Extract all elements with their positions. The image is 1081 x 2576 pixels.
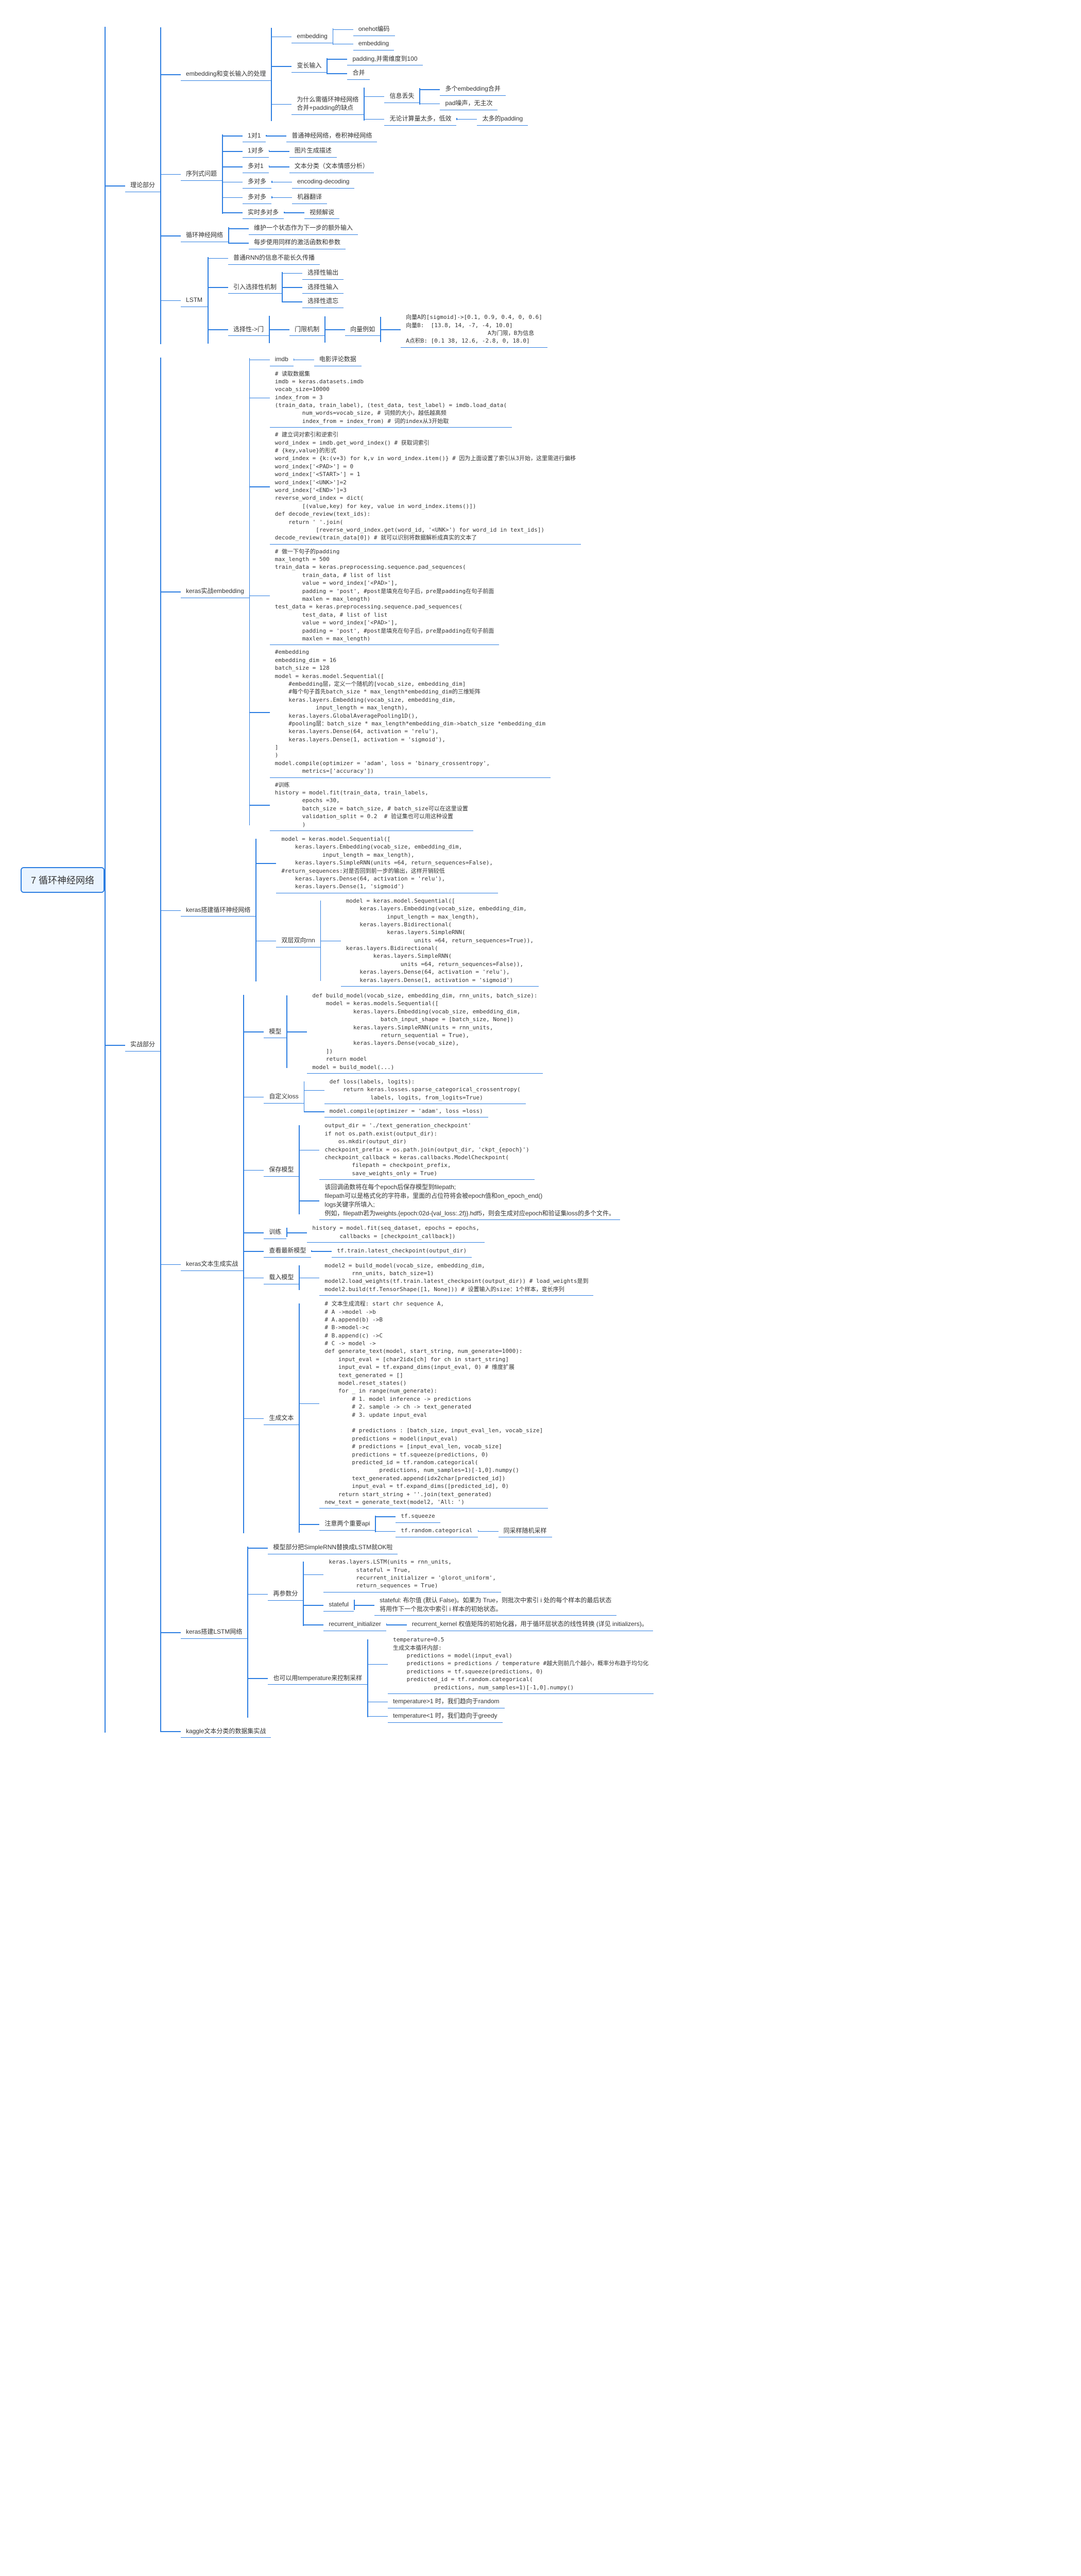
sel-gate[interactable]: 选择性->门 <box>228 323 269 336</box>
p3-gen[interactable]: 生成文本 <box>264 1412 299 1425</box>
stateful[interactable]: stateful <box>323 1598 354 1612</box>
p4-temp-code: temperature=0.5 生成文本循环内部: predictions = … <box>388 1634 654 1694</box>
random-sample: 同采样随机采样 <box>499 1524 552 1538</box>
p1-code1: # 读取数据集 imdb = keras.datasets.imdb vocab… <box>270 368 512 428</box>
bidir-node[interactable]: 双层双向rnn <box>276 934 320 947</box>
seq-key-4[interactable]: 多对多 <box>243 191 271 204</box>
p1-code2: # 建立词对索引和逆索引 word_index = imdb.get_word_… <box>270 429 581 544</box>
practice-node[interactable]: 实战部分 <box>125 1038 160 1052</box>
stateful-desc: stateful: 布尔值 (默认 False)。如果为 True，则批次中索引… <box>374 1594 616 1616</box>
p3-train-code: history = model.fit(seq_dataset, epochs … <box>307 1222 485 1243</box>
p3-gen-code: # 文本生成流程: start chr sequence A, # A ->mo… <box>319 1298 548 1509</box>
p4-part-code: keras.layers.LSTM(units = rnn_units, sta… <box>323 1556 501 1592</box>
pad-noise: pad噪声，无主次 <box>440 97 497 110</box>
imdb-desc: 电影评论数据 <box>314 353 362 366</box>
sel-forget: 选择性遗忘 <box>302 295 344 308</box>
padding100: padding,并需维度到100 <box>347 53 422 66</box>
gate-mech[interactable]: 门限机制 <box>289 323 324 336</box>
rnn-struct[interactable]: 循环神经网络 <box>181 229 228 242</box>
root-node[interactable]: 7 循环神经网络 <box>21 867 105 893</box>
p3-loss-code: def loss(labels, logits): return keras.l… <box>324 1076 526 1104</box>
merge: 合并 <box>347 66 370 80</box>
compute-low[interactable]: 无论计算量太多，低效 <box>384 112 456 126</box>
p3-loss[interactable]: 自定义loss <box>264 1090 303 1104</box>
rnn-s1: 维护一个状态作为下一步的额外输入 <box>249 222 358 235</box>
seq-key-2[interactable]: 多对1 <box>243 160 269 173</box>
p1-code3: # 做一下句子的padding max_length = 500 train_d… <box>270 546 500 646</box>
rnn-s2: 每步使用同样的激活函数和参数 <box>249 236 346 249</box>
seq-val-3: encoding-decoding <box>292 175 354 189</box>
sel-out: 选择性输出 <box>302 266 344 280</box>
p2-code1: model = keras.model.Sequential([ keras.l… <box>276 833 498 893</box>
onehot: onehot编码 <box>353 23 395 36</box>
p2-node[interactable]: keras搭建循环神经网络 <box>181 904 255 917</box>
seq-val-2: 文本分类（文本情感分析） <box>289 160 374 173</box>
seq-val-1: 图片生成描述 <box>289 144 337 158</box>
seq-val-5: 视频解说 <box>304 206 339 219</box>
imdb[interactable]: imdb <box>270 353 294 366</box>
recurrent-init[interactable]: recurrent_initializer <box>323 1618 386 1631</box>
seq-key-5[interactable]: 实时多对多 <box>243 206 284 219</box>
seq-val-0: 普通神经网络，卷积神经网络 <box>286 129 377 143</box>
p3-model[interactable]: 模型 <box>264 1025 286 1039</box>
p3-model-code: def build_model(vocab_size, embedding_di… <box>307 990 542 1074</box>
too-much-pad: 太多的padding <box>477 112 528 126</box>
p1-code4: #embedding embedding_dim = 16 batch_size… <box>270 646 551 777</box>
lstm-node[interactable]: LSTM <box>181 294 208 307</box>
temp-lt1: temperature<1 时，我们趋向于greedy <box>388 1709 502 1723</box>
p4-part[interactable]: 再参数分 <box>268 1587 303 1601</box>
why-rnn[interactable]: 为什么需循环神经网络 合并+padding的缺点 <box>291 93 364 115</box>
mindmap-root: 7 循环神经网络 理论部分 embedding和变长输入的处理 embeddin… <box>21 21 1060 1739</box>
api-squeeze: tf.squeeze <box>396 1510 440 1522</box>
sel-in: 选择性输入 <box>302 281 344 294</box>
api-categorical[interactable]: tf.random.categorical <box>396 1524 477 1537</box>
seq-key-1[interactable]: 1对多 <box>243 144 269 158</box>
emb-sub: embedding <box>353 37 394 50</box>
recurrent-desc: recurrent_kernel 权值矩阵的初始化器，用于循环层状态的线性转换 … <box>407 1618 653 1631</box>
p1-code5: #训练 history = model.fit(train_data, trai… <box>270 779 473 831</box>
temp-gt1: temperature>1 时，我们趋向于random <box>388 1695 504 1708</box>
p3-save-note: 该回调函数将在每个epoch后保存模型到filepath; filepath可以… <box>319 1181 620 1220</box>
bidir-code: model = keras.model.Sequential([ keras.l… <box>341 895 539 987</box>
p3-loss-compile: model.compile(optimizer = 'adam', loss =… <box>324 1105 488 1117</box>
lstm-intro[interactable]: 引入选择性机制 <box>228 281 282 294</box>
p3-gen-note[interactable]: 注意两个重要api <box>319 1517 375 1531</box>
info-loss[interactable]: 信息丢失 <box>384 90 419 103</box>
p3-save-code: output_dir = './text_generation_checkpoi… <box>319 1120 534 1180</box>
seq-val-4: 机器翻译 <box>292 191 327 204</box>
multi-emb: 多个embedding合并 <box>440 82 505 96</box>
vec-example[interactable]: 向量例如 <box>345 323 380 336</box>
p4-temp[interactable]: 也可以用temperature来控制采样 <box>268 1672 367 1685</box>
varlen[interactable]: 变长输入 <box>291 59 327 73</box>
p1-node[interactable]: keras实战embedding <box>181 585 249 598</box>
p3-latest[interactable]: 查看最新模型 <box>264 1244 311 1258</box>
p4-node[interactable]: keras搭建LSTM网络 <box>181 1625 247 1639</box>
lstm-normal: 普通RNN的信息不能长久传播 <box>228 251 320 265</box>
vec-content: 向量A的[sigmoid]->[0.1, 0.9, 0.4, 0, 0.6] 向… <box>401 311 547 348</box>
p3-train[interactable]: 训练 <box>264 1226 286 1239</box>
theory-node[interactable]: 理论部分 <box>125 179 160 192</box>
embedding-node[interactable]: embedding和变长输入的处理 <box>181 67 271 81</box>
p3-node[interactable]: keras文本生成实战 <box>181 1258 243 1271</box>
p4-top: 模型部分把SimpleRNN替换成LSTM就OK啦 <box>268 1541 398 1554</box>
seq-key-0[interactable]: 1对1 <box>243 129 266 143</box>
p3-save[interactable]: 保存模型 <box>264 1163 299 1177</box>
p3-load-code: model2 = build_model(vocab_size, embeddi… <box>319 1260 593 1296</box>
p5-node[interactable]: kaggle文本分类的数据集实战 <box>181 1725 271 1738</box>
emb-label[interactable]: embedding <box>291 30 332 43</box>
p3-latest-code: tf.train.latest_checkpoint(output_dir) <box>332 1245 472 1257</box>
seq-key-3[interactable]: 多对多 <box>243 175 271 189</box>
p3-load[interactable]: 载入模型 <box>264 1271 299 1284</box>
seq-problem[interactable]: 序列式问题 <box>181 167 222 181</box>
